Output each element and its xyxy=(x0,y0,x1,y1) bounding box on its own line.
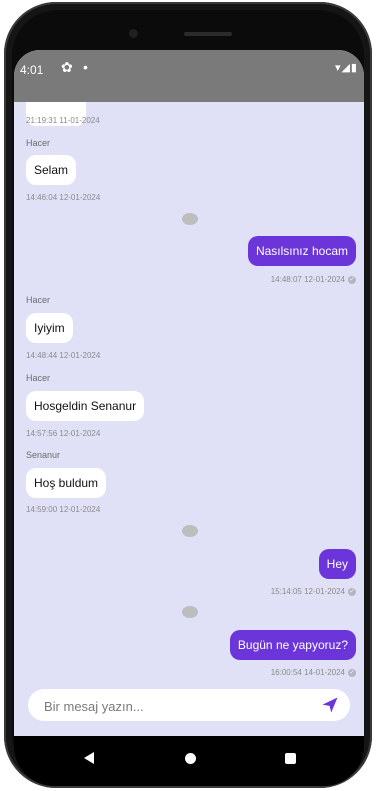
delivered-check-icon: ✓ xyxy=(348,275,356,284)
delivered-check-icon: ✓ xyxy=(348,587,356,596)
message-timestamp: 14:48:07 12-01-2024 ✓ xyxy=(271,275,356,284)
message-bubble-outgoing[interactable]: Bugün ne yapyoruz? xyxy=(229,630,356,660)
date-separator-dot xyxy=(182,213,198,225)
message-timestamp: 14:48:44 12-01-2024 xyxy=(26,351,101,360)
message-composer xyxy=(28,689,350,723)
date-separator-dot xyxy=(182,606,198,618)
message-sender: Hacer xyxy=(26,295,51,305)
message-timestamp: 16:00:54 14-01-2024 ✓ xyxy=(271,668,356,677)
message-timestamp: 14:57:56 12-01-2024 xyxy=(26,429,101,438)
message-timestamp: 21:19:31 11-01-2024 xyxy=(26,116,100,125)
app-screen: 4:01 ✿ • ▾◢▮ 21:19:31 11-01-2024 Hacer S… xyxy=(14,50,364,736)
message-text: Hey xyxy=(326,557,348,571)
message-timestamp: 15:14:05 12-01-2024 ✓ xyxy=(271,587,356,596)
message-text: Hoş buldum xyxy=(34,476,99,490)
message-bubble-incoming[interactable]: Selam xyxy=(26,155,77,185)
recents-icon[interactable] xyxy=(285,753,296,764)
message-text: Iyiyim xyxy=(34,321,65,335)
message-text: Nasılsınız hocam xyxy=(255,244,348,258)
message-bubble-incoming[interactable]: Hosgeldin Senanur xyxy=(26,391,145,421)
message-bubble-incoming[interactable]: Hoş buldum xyxy=(26,468,107,498)
back-icon[interactable] xyxy=(84,752,94,764)
message-text: Bugün ne yapyoruz? xyxy=(237,638,348,652)
date-separator-dot xyxy=(182,525,198,537)
camera-icon xyxy=(129,29,138,38)
android-nav-bar xyxy=(14,736,364,786)
message-text: Hosgeldin Senanur xyxy=(34,399,137,413)
send-icon[interactable] xyxy=(320,695,340,715)
status-time: 4:01 xyxy=(20,63,44,77)
notification-dot: • xyxy=(83,59,88,75)
message-timestamp: 14:59:00 12-01-2024 xyxy=(26,505,101,514)
message-bubble-outgoing[interactable]: Hey xyxy=(318,549,356,579)
gear-icon: ✿ xyxy=(61,59,73,75)
message-sender: Senanur xyxy=(26,450,61,460)
signal-battery-icon: ▾◢▮ xyxy=(334,62,358,74)
message-sender: Hacer xyxy=(26,373,51,383)
message-timestamp-text: 16:00:54 14-01-2024 xyxy=(270,668,345,677)
message-input[interactable] xyxy=(42,689,316,723)
delivered-check-icon: ✓ xyxy=(348,668,356,677)
message-timestamp: 14:46:04 12-01-2024 xyxy=(26,193,101,202)
message-list[interactable]: 21:19:31 11-01-2024 Hacer Selam 14:46:04… xyxy=(14,102,364,686)
message-bubble-incoming[interactable]: Iyiyim xyxy=(26,313,73,343)
home-icon[interactable] xyxy=(185,753,196,764)
message-sender: Hacer xyxy=(26,138,51,148)
message-timestamp-text: 14:48:07 12-01-2024 xyxy=(270,275,345,284)
message-timestamp-text: 15:14:05 12-01-2024 xyxy=(270,587,345,596)
message-text: Selam xyxy=(34,163,69,177)
status-bar: 4:01 ✿ • ▾◢▮ xyxy=(14,50,364,102)
message-bubble-outgoing[interactable]: Nasılsınız hocam xyxy=(247,236,356,266)
speaker-grill xyxy=(184,32,232,36)
